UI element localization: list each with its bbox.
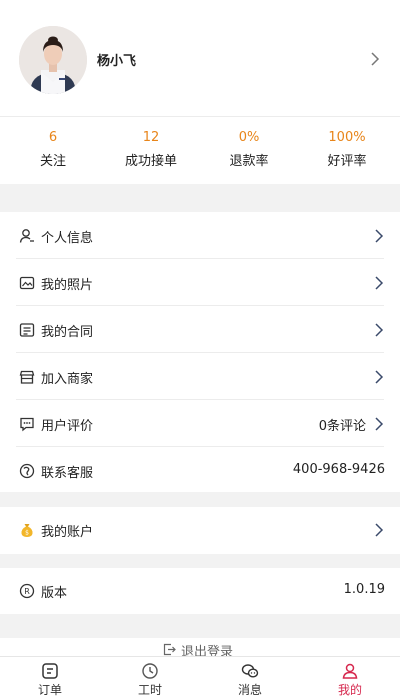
menu-item-join-merchant[interactable]: 加入商家 <box>0 353 400 400</box>
clock-icon <box>141 662 159 680</box>
money-bag-icon: $ <box>19 522 35 538</box>
menu-item-label: 联系客服 <box>41 466 94 481</box>
stat-label: 退款率 <box>229 154 269 169</box>
stat-orders[interactable]: 12 成功接单 <box>101 117 201 185</box>
support-icon <box>19 463 35 479</box>
svg-text:$: $ <box>25 530 29 537</box>
stats-bar: 6 关注 12 成功接单 0% 退款率 100% 好评率 <box>0 116 400 184</box>
avatar-image <box>19 26 87 94</box>
profile-name: 杨小飞 <box>97 54 137 69</box>
menu-item-profile-info[interactable]: 个人信息 <box>0 212 400 259</box>
store-icon <box>19 369 35 385</box>
menu-item-version: R 版本 1.0.19 <box>0 568 400 615</box>
tab-profile[interactable]: 我的 <box>300 657 400 700</box>
profile-icon <box>341 662 359 680</box>
contract-icon <box>19 322 35 338</box>
menu-item-label: 我的账户 <box>41 525 94 540</box>
stat-label: 成功接单 <box>124 154 177 169</box>
chevron-right-icon <box>373 323 385 337</box>
menu-item-contract[interactable]: 我的合同 <box>0 306 400 353</box>
review-count: 0条评论 <box>318 419 366 434</box>
chevron-right-icon <box>373 229 385 243</box>
version-group: R 版本 1.0.19 <box>0 568 400 614</box>
tab-orders[interactable]: 订单 <box>0 657 100 700</box>
menu-item-label: 个人信息 <box>41 231 94 246</box>
logout-button[interactable]: 退出登录 <box>0 638 400 660</box>
svg-text:R: R <box>24 587 30 596</box>
stat-value: 6 <box>48 130 58 145</box>
logout-icon <box>163 643 176 656</box>
bottom-tab-bar: 订单 工时 消息 我的 <box>0 656 400 700</box>
stat-value: 12 <box>142 130 160 145</box>
profile-header[interactable]: 杨小飞 <box>0 0 400 116</box>
comment-icon <box>19 416 35 432</box>
account-group: $ 我的账户 <box>0 507 400 554</box>
stat-value: 100% <box>328 130 366 145</box>
tab-hours[interactable]: 工时 <box>100 657 200 700</box>
chevron-right-icon <box>369 52 381 66</box>
chevron-right-icon <box>373 276 385 290</box>
menu-item-label: 用户评价 <box>41 419 94 434</box>
chevron-right-icon <box>373 417 385 431</box>
menu-group: 个人信息 我的照片 我的合同 加入商家 用户评价 0条评论 联系客服 400-9… <box>0 212 400 492</box>
tab-label: 消息 <box>237 683 262 697</box>
tab-label: 工时 <box>137 683 162 697</box>
version-number: 1.0.19 <box>343 582 385 597</box>
person-icon <box>19 228 35 244</box>
menu-item-account[interactable]: $ 我的账户 <box>0 507 400 554</box>
menu-item-label: 我的照片 <box>41 278 94 293</box>
stat-label: 关注 <box>39 154 66 169</box>
menu-item-photos[interactable]: 我的照片 <box>0 259 400 306</box>
menu-item-reviews[interactable]: 用户评价 0条评论 <box>0 400 400 447</box>
chevron-right-icon <box>373 523 385 537</box>
menu-item-label: 加入商家 <box>41 372 94 387</box>
menu-item-customer-service[interactable]: 联系客服 400-968-9426 <box>0 447 400 494</box>
menu-item-label: 我的合同 <box>41 325 94 340</box>
menu-item-label: 版本 <box>41 586 68 601</box>
stat-rating[interactable]: 100% 好评率 <box>297 117 397 185</box>
stat-value: 0% <box>238 130 260 145</box>
stat-label: 好评率 <box>327 154 367 169</box>
tab-label: 我的 <box>337 683 362 697</box>
chevron-right-icon <box>373 370 385 384</box>
registered-icon: R <box>19 583 35 599</box>
chat-icon <box>241 662 259 680</box>
service-phone[interactable]: 400-968-9426 <box>293 462 385 477</box>
stat-refund-rate[interactable]: 0% 退款率 <box>199 117 299 185</box>
photo-icon <box>19 275 35 291</box>
tab-messages[interactable]: 消息 <box>200 657 300 700</box>
tab-label: 订单 <box>37 683 62 697</box>
stat-following[interactable]: 6 关注 <box>3 117 103 185</box>
order-icon <box>41 662 59 680</box>
avatar <box>19 26 87 94</box>
